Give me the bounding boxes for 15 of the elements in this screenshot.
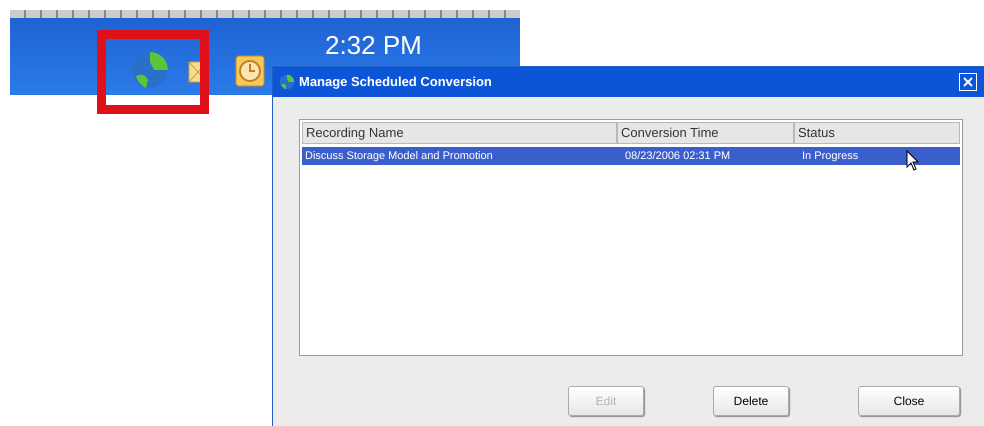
column-header[interactable]: Status [794,122,960,144]
close-icon[interactable] [959,73,977,91]
mouse-pointer-icon [906,150,920,172]
table-row[interactable]: Discuss Storage Model and Promotion 08/23/2006 02:31 PM In Progress [302,147,960,165]
window-title: Manage Scheduled Conversion [299,73,492,92]
table-cell-text: Discuss Storage Model and Promotion [304,148,494,164]
dialog-button[interactable]: Close [858,386,960,416]
column-header[interactable]: Recording Name [302,122,617,144]
globe-icon [279,74,295,90]
clock-text: 2:32 PM [325,29,422,62]
table-cell-text: 08/23/2006 02:31 PM [624,148,732,164]
dialog-button[interactable]: Delete [713,386,789,416]
clock-icon[interactable] [235,55,265,87]
table-cell-text: In Progress [801,148,860,164]
column-header[interactable]: Conversion Time [617,122,794,144]
